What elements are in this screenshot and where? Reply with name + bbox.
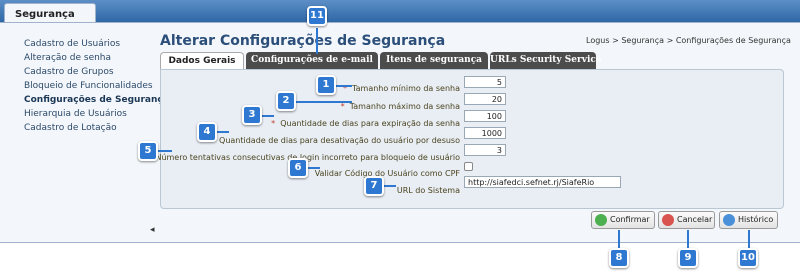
sidebar-item-bloqueio-funcionalidades[interactable]: Bloqueio de Funcionalidades — [24, 79, 153, 93]
inactivity-deactivation-days-input[interactable]: 1000 — [464, 127, 506, 139]
validate-cpf-checkbox[interactable] — [464, 162, 473, 171]
max-password-length-label: Tamanho máximo da senha — [349, 102, 460, 111]
sidebar-item-hierarquia-usuarios[interactable]: Hierarquia de Usuários — [24, 107, 152, 121]
callout-3: 3 — [242, 105, 262, 125]
history-icon — [723, 214, 735, 226]
confirm-button[interactable]: Confirmar — [591, 211, 655, 229]
callout-5-connector — [158, 150, 172, 152]
system-url-label: URL do Sistema — [396, 186, 460, 195]
callout-7: 7 — [364, 176, 384, 196]
history-button-label: Histórico — [738, 215, 774, 224]
password-expiration-days-label: Quantidade de dias para expiração da sen… — [280, 119, 460, 128]
cancel-button[interactable]: Cancelar — [658, 211, 715, 229]
max-password-length-row: * Tamanho máximo da senha — [340, 94, 460, 111]
confirm-button-label: Confirmar — [610, 215, 650, 224]
check-icon — [595, 214, 607, 226]
sidebar-item-alteracao-senha[interactable]: Alteração de senha — [24, 51, 152, 65]
sidebar-item-configuracoes-seguranca[interactable]: Configurações de Segurança — [24, 93, 169, 107]
callout-11: 11 — [307, 6, 327, 26]
callout-1-connector — [336, 85, 352, 87]
callout-4-connector — [215, 131, 229, 133]
min-password-length-label: Tamanho mínimo da senha — [352, 84, 460, 93]
callout-8: 8 — [609, 248, 629, 268]
min-password-length-input[interactable]: 5 — [464, 76, 506, 88]
callout-1: 1 — [316, 75, 336, 95]
page-title: Alterar Configurações de Segurança — [160, 33, 446, 49]
required-mark: * — [271, 119, 276, 128]
password-expiration-days-row: * Quantidade de dias para expiração da s… — [271, 111, 460, 128]
callout-6: 6 — [288, 158, 308, 178]
inactivity-deactivation-days-label: Quantidade de dias para desativação do u… — [219, 136, 460, 145]
app-window: Segurança Cadastro de Usuários Alteração… — [0, 0, 800, 272]
frame-bottom-border — [0, 242, 800, 243]
callout-2: 2 — [276, 91, 296, 111]
tab-configuracoes-email[interactable]: Configurações de e-mail — [246, 52, 378, 69]
cancel-icon — [662, 214, 674, 226]
tab-dados-gerais[interactable]: Dados Gerais — [160, 52, 244, 69]
sidebar-item-cadastro-usuarios[interactable]: Cadastro de Usuários — [24, 37, 152, 51]
tab-urls-security-service[interactable]: URLs Security Service — [490, 52, 602, 69]
callout-9-connector — [687, 230, 689, 248]
required-mark: * — [340, 102, 345, 111]
sidebar-item-cadastro-grupos[interactable]: Cadastro de Grupos — [24, 65, 152, 79]
callout-7-connector — [382, 185, 396, 187]
callout-6-connector — [306, 167, 320, 169]
history-button[interactable]: Histórico — [719, 211, 778, 229]
tab-itens-seguranca[interactable]: Itens de segurança — [380, 52, 488, 69]
inactivity-deactivation-days-row: * Quantidade de dias para desativação do… — [210, 128, 460, 145]
system-url-input[interactable]: http://siafedci.sefnet.rj/SiafeRio — [464, 176, 621, 188]
callout-2-connector — [294, 101, 352, 103]
callout-3-connector — [260, 115, 274, 117]
callout-5: 5 — [138, 141, 158, 161]
callout-11-connector — [316, 28, 318, 54]
module-tab-bar — [0, 0, 800, 22]
callout-4: 4 — [197, 122, 217, 142]
callout-10: 10 — [738, 248, 758, 268]
sidebar: Cadastro de Usuários Alteração de senha … — [24, 37, 169, 135]
validate-cpf-label: Validar Código do Usuário como CPF — [314, 169, 460, 178]
login-attempts-row: * Número tentativas consecutivas de logi… — [146, 145, 460, 162]
max-password-length-input[interactable]: 20 — [464, 93, 506, 105]
login-attempts-input[interactable]: 3 — [464, 144, 506, 156]
sidebar-collapse-icon[interactable]: ◂ — [150, 225, 155, 235]
callout-8-connector — [618, 230, 620, 248]
callout-9: 9 — [678, 248, 698, 268]
validate-cpf-row: Validar Código do Usuário como CPF — [314, 161, 460, 178]
password-expiration-days-input[interactable]: 100 — [464, 110, 506, 122]
callout-10-connector — [748, 230, 750, 248]
system-url-row: URL do Sistema — [396, 178, 460, 195]
sidebar-item-cadastro-lotacao[interactable]: Cadastro de Lotação — [24, 121, 152, 135]
min-password-length-row: * Tamanho mínimo da senha — [343, 76, 460, 93]
cancel-button-label: Cancelar — [677, 215, 713, 224]
breadcrumb: Logus > Segurança > Configurações de Seg… — [586, 36, 791, 45]
